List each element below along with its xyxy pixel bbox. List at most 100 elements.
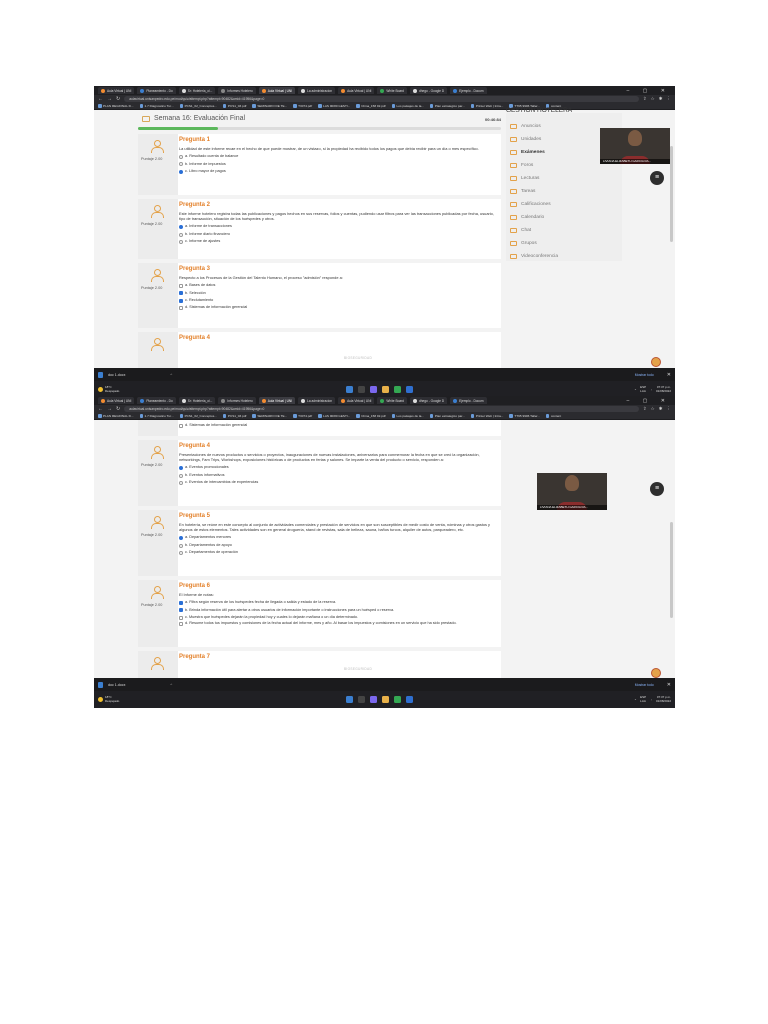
- answer-option[interactable]: b. Informe diario financiero: [179, 231, 496, 238]
- scrollbar[interactable]: [670, 522, 673, 618]
- close-icon[interactable]: ✕: [667, 372, 671, 378]
- browser-tab[interactable]: La administracion: [298, 87, 336, 94]
- answer-option[interactable]: b. Eventos informativos: [179, 472, 496, 479]
- scrollbar[interactable]: [670, 146, 673, 242]
- checkbox-checked[interactable]: [179, 608, 183, 613]
- checkbox[interactable]: [179, 621, 183, 626]
- browser-tab[interactable]: Aula Virtual | UNI: [98, 87, 135, 94]
- radio-button[interactable]: [179, 550, 183, 555]
- sidebar-item-videoconferencia[interactable]: Videoconferencia: [510, 250, 558, 263]
- browser-tab[interactable]: Aula Virtual | UNI: [98, 397, 135, 404]
- search-icon[interactable]: [358, 386, 365, 393]
- browser-tab-active[interactable]: Aula Virtual | UNI: [258, 87, 296, 94]
- bookmark[interactable]: 1.7 Diagnostico Tur...: [139, 104, 174, 108]
- radio-button[interactable]: [179, 232, 183, 237]
- browser-tab[interactable]: Sr: Hoteleria_ol...: [178, 87, 216, 94]
- url-input[interactable]: aulavirtual.unisanpedro.edu.pe/mod/quiz/…: [124, 96, 639, 102]
- answer-option[interactable]: d. Sistemas de información gerencial: [179, 304, 496, 311]
- bookmark[interactable]: PCS1_02_Conceptos...: [179, 414, 217, 418]
- bookmark[interactable]: Printer Web | Intra...: [470, 414, 503, 418]
- bookmark[interactable]: SEMINARIO DE TE...: [252, 104, 287, 108]
- bookmark[interactable]: LAS 90/80 GESTI...: [318, 104, 350, 108]
- show-all-link[interactable]: Mostrar todo: [635, 683, 654, 687]
- bookmark[interactable]: content: [545, 414, 561, 418]
- language-indicator[interactable]: ESP LAA: [640, 385, 646, 393]
- radio-button[interactable]: [179, 162, 183, 167]
- more-options-button[interactable]: ≡: [650, 171, 664, 185]
- browser-tab[interactable]: Aula Virtual | UNI: [338, 87, 375, 94]
- download-file[interactable]: doc 1.docx: [108, 683, 125, 687]
- video-thumbnail[interactable]: LIVIANA ELIZABETH GARCIA RA...: [537, 473, 607, 510]
- show-all-link[interactable]: Mostrar todo: [635, 373, 654, 377]
- sidebar-item-chat[interactable]: Chat: [510, 224, 558, 237]
- forward-icon[interactable]: →: [107, 96, 112, 102]
- answer-option[interactable]: a. Filtra según reserva de los huéspedes…: [179, 599, 496, 606]
- checkbox[interactable]: [179, 283, 183, 288]
- bookmark[interactable]: Los paisajes de la...: [391, 414, 424, 418]
- video-thumbnail[interactable]: LIVIANA ELIZABETH GARCIA RA...: [600, 128, 670, 164]
- bookmark[interactable]: Plan estrategico par...: [429, 414, 465, 418]
- radio-button[interactable]: [179, 543, 183, 548]
- answer-option[interactable]: a. Bases de datos: [179, 282, 496, 289]
- sidebar-item-grupos[interactable]: Grupos: [510, 237, 558, 250]
- radio-button-selected[interactable]: [179, 466, 183, 471]
- star-icon[interactable]: ☆: [651, 406, 655, 412]
- bookmark[interactable]: LAS 90/80 GESTI...: [318, 414, 350, 418]
- reload-icon[interactable]: ↻: [116, 96, 120, 102]
- browser-tab[interactable]: Ejemplo - Docum: [450, 397, 487, 404]
- bookmark[interactable]: Los paisajes de la...: [391, 104, 424, 108]
- radio-button-selected[interactable]: [179, 225, 183, 230]
- answer-option[interactable]: c. Departamentos de operación: [179, 549, 496, 556]
- chevron-up-icon[interactable]: ^: [170, 372, 172, 377]
- browser-tab[interactable]: Planeamiento - Do: [137, 87, 176, 94]
- answer-option[interactable]: b. Brinda información útil para alertar …: [179, 607, 496, 614]
- bookmark[interactable]: Clima_158 02.pdf: [356, 104, 386, 108]
- file-explorer-icon[interactable]: [382, 696, 389, 703]
- bookmark[interactable]: SEMINARIO DE TE...: [252, 414, 287, 418]
- chevron-up-icon[interactable]: ^: [170, 682, 172, 687]
- windows-start-icon[interactable]: [346, 386, 353, 393]
- chrome-icon[interactable]: [394, 386, 401, 393]
- browser-tab[interactable]: Informes Hotelero: [218, 87, 256, 94]
- share-icon[interactable]: ⇪: [643, 406, 647, 412]
- wifi-icon[interactable]: ◔: [650, 388, 652, 392]
- sidebar-item-calificaciones[interactable]: Calificaciones: [510, 198, 558, 211]
- answer-option[interactable]: c. Reclutamiento: [179, 297, 496, 304]
- browser-tab-active[interactable]: Aula Virtual | UNI: [258, 397, 296, 404]
- browser-tab[interactable]: Informes Hotelero: [218, 397, 256, 404]
- chrome-icon[interactable]: [394, 696, 401, 703]
- answer-option[interactable]: a. Eventos promocionales: [179, 464, 496, 471]
- window-controls[interactable]: – ▢ ✕: [627, 88, 675, 94]
- menu-icon[interactable]: ⋮: [667, 406, 672, 412]
- search-icon[interactable]: [358, 696, 365, 703]
- answer-option[interactable]: b. Informe de impuestos: [179, 161, 496, 168]
- browser-tab[interactable]: dhego - Google D: [409, 87, 448, 94]
- answer-option[interactable]: b. Departamentos de apoyo: [179, 542, 496, 549]
- bookmark[interactable]: T3074.pdf: [293, 414, 312, 418]
- reload-icon[interactable]: ↻: [116, 406, 120, 412]
- browser-tab[interactable]: White Board: [377, 397, 407, 404]
- checkbox-checked[interactable]: [179, 298, 183, 303]
- answer-option[interactable]: c. Muestra que huéspedes dejarán la prop…: [179, 614, 496, 621]
- chevron-up-icon[interactable]: ^: [635, 698, 636, 702]
- bookmark[interactable]: 1.7 Diagnostico Tur...: [139, 414, 174, 418]
- answer-option[interactable]: a. Resultado cuenta de balance: [179, 153, 496, 160]
- answer-option[interactable]: b. Selección: [179, 290, 496, 297]
- bookmark[interactable]: PCS1_03.pdf: [222, 414, 246, 418]
- answer-option[interactable]: d. Resume todos tus impuestos y comision…: [179, 621, 496, 626]
- radio-button[interactable]: [179, 239, 183, 244]
- sidebar-item-calendario[interactable]: Calendario: [510, 211, 558, 224]
- zoom-icon[interactable]: [406, 696, 413, 703]
- weather-widget[interactable]: 18°C Despejado: [98, 695, 119, 703]
- sidebar-item-lecturas[interactable]: Lecturas: [510, 172, 558, 185]
- radio-button-selected[interactable]: [179, 169, 183, 174]
- chat-app-icon[interactable]: [370, 386, 377, 393]
- radio-button[interactable]: [179, 473, 183, 478]
- browser-tab[interactable]: dhego - Google D: [409, 397, 448, 404]
- sidebar-item-anuncios[interactable]: Anuncios: [510, 120, 558, 133]
- chat-app-icon[interactable]: [370, 696, 377, 703]
- chat-assistant-icon[interactable]: [651, 357, 661, 367]
- forward-icon[interactable]: →: [107, 406, 112, 412]
- menu-icon[interactable]: ⋮: [667, 96, 672, 102]
- browser-tab[interactable]: White Board: [377, 87, 407, 94]
